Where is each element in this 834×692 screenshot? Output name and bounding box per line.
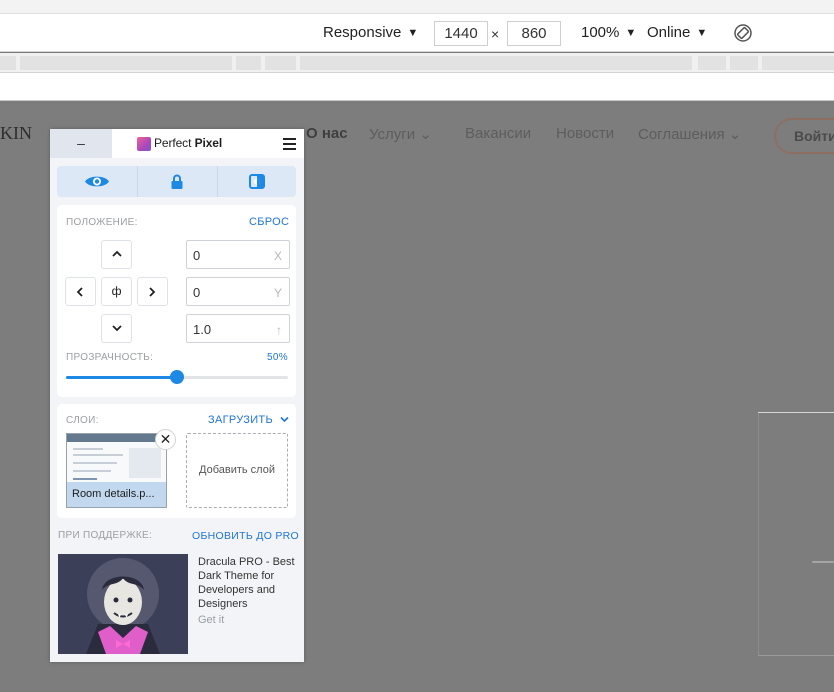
layer-thumbnail[interactable]: Room details.p... [66, 433, 167, 508]
tab-lock[interactable] [137, 166, 216, 197]
upgrade-button[interactable]: ОБНОВИТЬ ДО PRO [192, 530, 299, 542]
media-query-segment[interactable] [236, 56, 261, 70]
layer-name: Room details.p... [67, 482, 166, 507]
perfect-pixel-logo-icon [137, 137, 151, 151]
chevron-up-icon [112, 250, 122, 257]
reset-button[interactable]: СБРОС [249, 216, 289, 228]
move-down-button[interactable] [101, 314, 132, 343]
media-query-segment[interactable] [300, 56, 692, 70]
site-logo[interactable]: KIN [0, 123, 32, 144]
dimension-separator: × [491, 26, 500, 42]
zoom-caret-icon: ▼ [625, 27, 637, 39]
viewport-height-input[interactable]: 860 [507, 21, 561, 46]
zoom-label: 100% [581, 24, 620, 41]
invert-icon [249, 174, 265, 189]
media-query-segment[interactable] [762, 56, 834, 70]
layers-card: СЛОИ: ЗАГРУЗИТЬ Room details.p... ✕ Доба… [57, 404, 296, 518]
panel-title: Perfect Pixel [154, 136, 222, 150]
thumbnail-line [73, 470, 111, 472]
thumbnail-line [73, 478, 97, 480]
move-left-button[interactable] [65, 277, 96, 306]
chevron-left-icon [76, 287, 83, 297]
nav-services[interactable]: Услуги ⌄ [369, 125, 432, 143]
thumbnail-header [67, 434, 166, 442]
minimize-button[interactable]: – [50, 129, 112, 158]
upload-label: ЗАГРУЗИТЬ [208, 414, 273, 426]
tab-visibility[interactable] [57, 166, 136, 197]
chevron-right-icon [149, 287, 156, 297]
nav-vacancies[interactable]: Вакансии [465, 125, 531, 142]
throttle-dropdown[interactable]: Online ▼ [647, 14, 707, 52]
move-up-button[interactable] [101, 240, 132, 269]
media-query-segment[interactable] [0, 56, 16, 70]
hero-image-detail [812, 561, 834, 563]
tab-invert[interactable] [217, 166, 296, 197]
media-query-bar[interactable] [0, 53, 834, 73]
nav-agreements[interactable]: Соглашения ⌄ [638, 125, 741, 143]
hero-image-edge [758, 655, 834, 656]
move-right-button[interactable] [137, 277, 168, 306]
login-button[interactable]: Войти [774, 118, 834, 154]
device-mode-label: Responsive [323, 24, 402, 41]
dracula-ad-image[interactable] [58, 554, 188, 654]
throttle-label: Online [647, 24, 691, 41]
thumbnail-block [129, 448, 161, 478]
thumbnail-line [73, 454, 123, 456]
support-label: ПРИ ПОДДЕРЖКЕ: [58, 530, 153, 541]
eye-icon [85, 176, 109, 187]
y-offset-unit: Y [273, 286, 282, 300]
device-mode-caret-icon: ▼ [407, 27, 419, 39]
ruler-bar [0, 73, 834, 101]
nav-about[interactable]: О нас [306, 125, 348, 142]
media-query-segment[interactable] [730, 56, 758, 70]
scale-value: 1.0 [193, 322, 212, 337]
dracula-illustration [86, 558, 160, 654]
mode-tabs [57, 166, 296, 197]
position-label: ПОЛОЖЕНИЕ: [66, 217, 138, 228]
y-offset-field[interactable]: 0 Y [186, 277, 290, 306]
upload-button[interactable]: ЗАГРУЗИТЬ [208, 414, 289, 426]
hamburger-icon[interactable] [283, 138, 296, 150]
rotate-icon[interactable] [733, 23, 753, 43]
opacity-slider[interactable] [66, 370, 288, 384]
center-button[interactable]: ф [101, 277, 132, 306]
media-query-segment[interactable] [20, 56, 232, 70]
remove-layer-button[interactable]: ✕ [155, 429, 176, 450]
media-query-segment[interactable] [265, 56, 296, 70]
add-layer-button[interactable]: Добавить слой [186, 433, 288, 508]
chevron-down-icon [280, 416, 289, 423]
device-mode-dropdown[interactable]: Responsive ▼ [323, 14, 418, 52]
panel-header: – Perfect Pixel [50, 129, 304, 158]
chevron-down-icon [112, 325, 122, 332]
opacity-value: 50% [267, 352, 288, 363]
x-offset-value: 0 [193, 248, 201, 263]
layers-label: СЛОИ: [66, 415, 99, 426]
viewport-width-input[interactable]: 1440 [434, 21, 488, 46]
dracula-ad-text[interactable]: Dracula PRO - Best Dark Theme for Develo… [198, 555, 298, 611]
thumbnail-line [73, 462, 117, 464]
perfect-pixel-panel: – Perfect Pixel ПОЛОЖЕНИЕ: СБРОС ф 0 X 0… [50, 129, 304, 662]
panel-title-light: Perfect [154, 136, 195, 150]
x-offset-field[interactable]: 0 X [186, 240, 290, 269]
hero-image-edge [758, 412, 834, 413]
opacity-slider-handle[interactable] [170, 370, 184, 384]
opacity-label: ПРОЗРАЧНОСТЬ: [66, 352, 154, 363]
nav-news[interactable]: Новости [556, 125, 614, 142]
thumbnail-line [73, 448, 103, 450]
hero-image-edge [758, 413, 759, 656]
x-offset-unit: X [273, 249, 282, 263]
throttle-caret-icon: ▼ [696, 27, 708, 39]
get-it-link[interactable]: Get it [198, 614, 224, 626]
panel-title-bold: Pixel [194, 136, 223, 150]
browser-top-strip [0, 0, 834, 14]
scale-field[interactable]: 1.0 ↑ [186, 314, 290, 343]
y-offset-value: 0 [193, 285, 201, 300]
device-toolbar: Responsive ▼ 1440 × 860 100% ▼ Online ▼ [0, 14, 834, 52]
position-card: ПОЛОЖЕНИЕ: СБРОС ф 0 X 0 Y 1.0 ↑ ПРОЗРАЧ… [57, 205, 296, 397]
zoom-dropdown[interactable]: 100% ▼ [581, 14, 636, 52]
scale-unit: ↑ [276, 323, 282, 337]
media-query-segment[interactable] [698, 56, 726, 70]
opacity-slider-fill [66, 376, 177, 379]
lock-icon [171, 174, 183, 189]
